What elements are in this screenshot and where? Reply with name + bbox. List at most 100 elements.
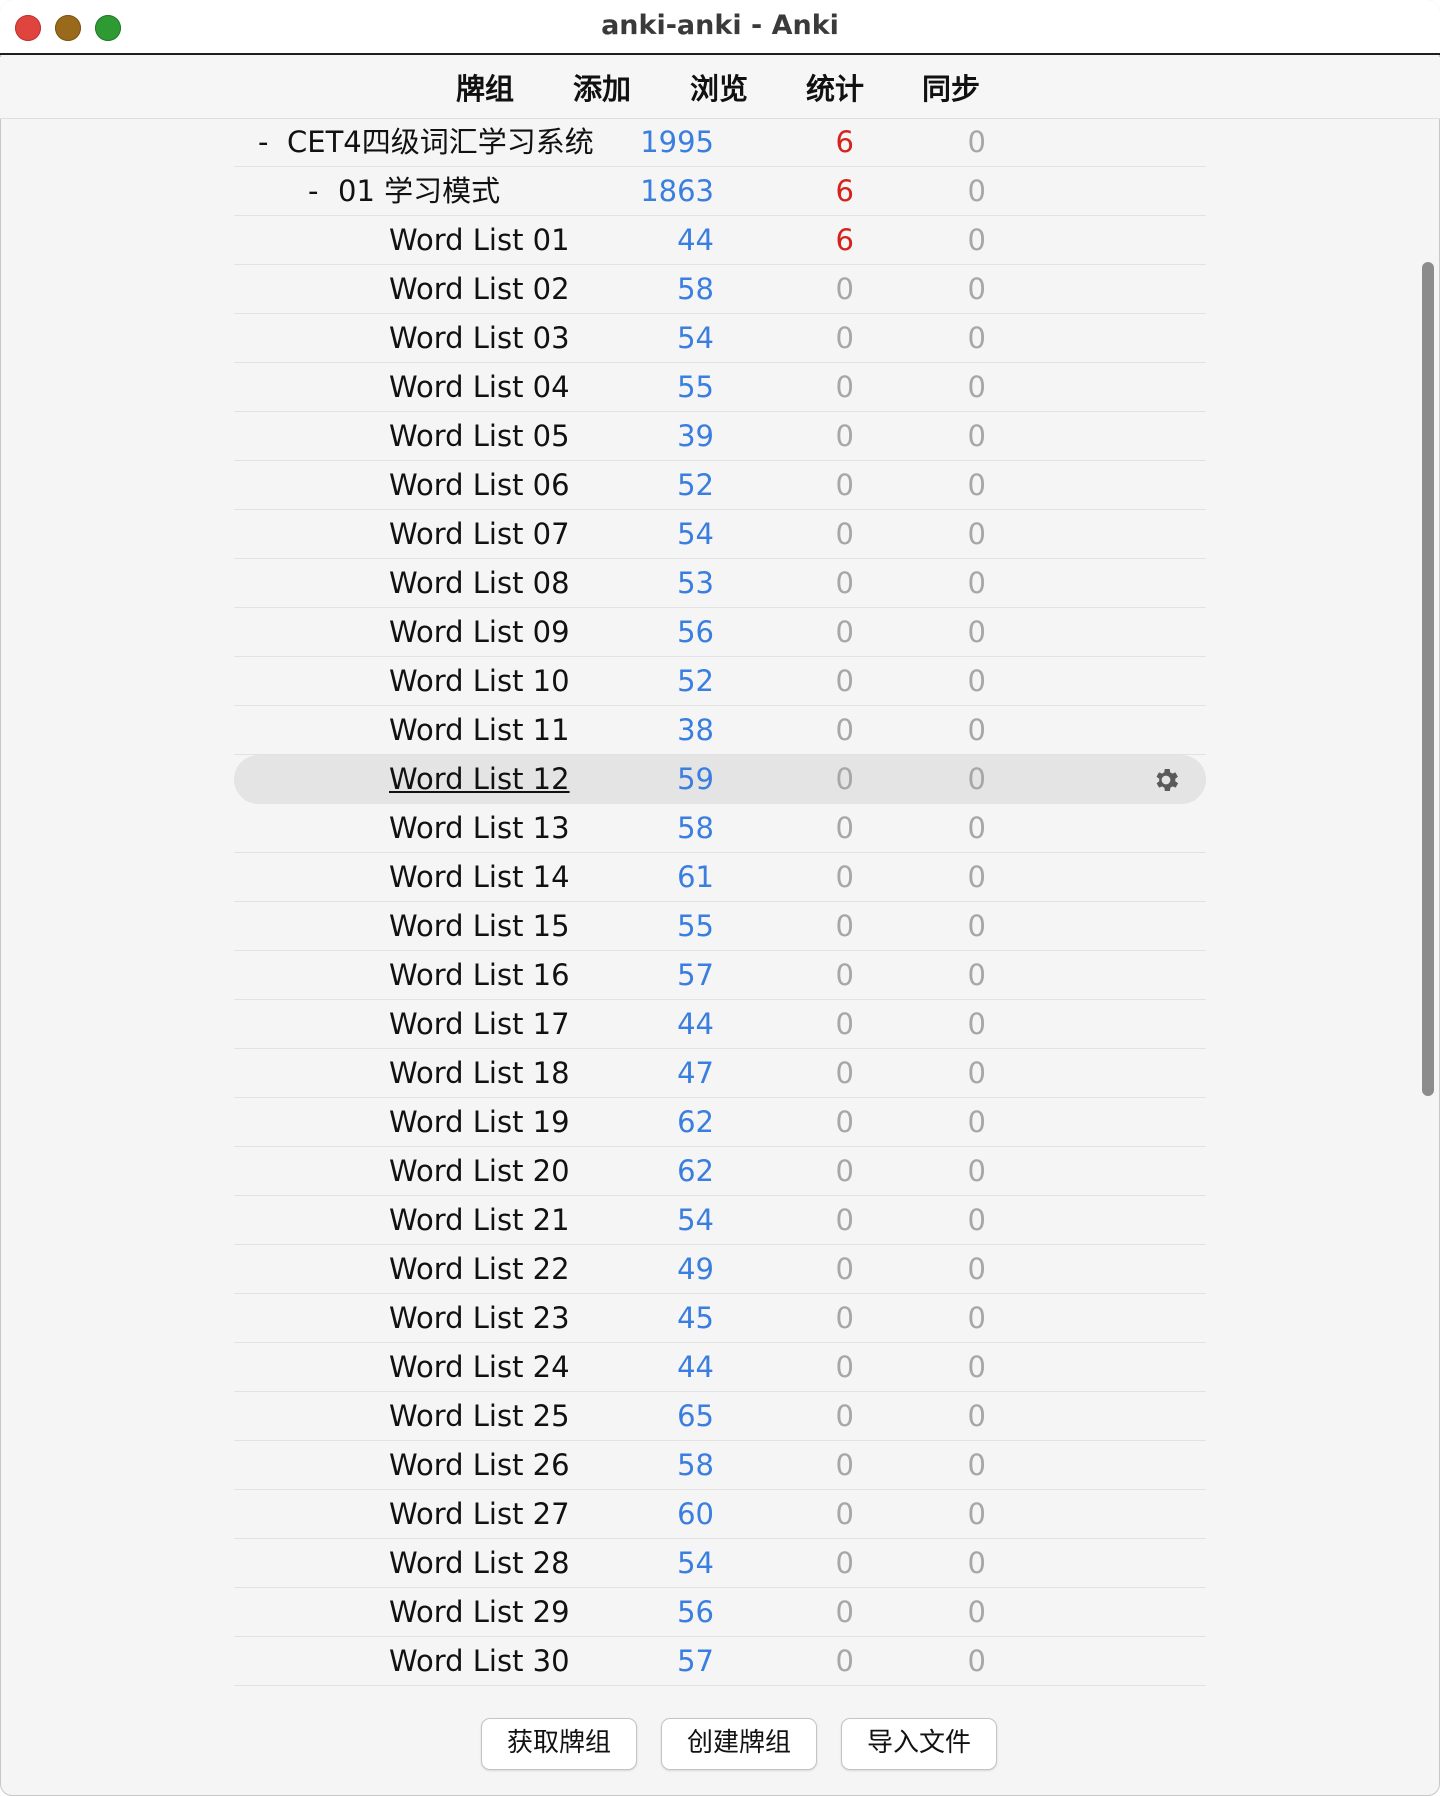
learn-count: 6 <box>835 174 854 208</box>
deck-row[interactable]: Word List 11 38 0 0 <box>234 706 1206 755</box>
due-count: 0 <box>967 1448 986 1482</box>
learn-count: 0 <box>835 1644 854 1678</box>
deck-row[interactable]: Word List 09 56 0 0 <box>234 608 1206 657</box>
deck-row[interactable]: Word List 04 55 0 0 <box>234 363 1206 412</box>
new-count: 54 <box>677 1203 714 1237</box>
get-shared-decks-button[interactable]: 获取牌组 <box>481 1718 637 1770</box>
new-count: 57 <box>677 958 714 992</box>
deck-name-leaf-deck[interactable]: Word List 22 <box>389 1251 570 1287</box>
deck-row[interactable]: Word List 25 65 0 0 <box>234 1392 1206 1441</box>
deck-name-leaf-deck[interactable]: Word List 20 <box>389 1153 570 1189</box>
deck-name-leaf-deck[interactable]: Word List 17 <box>389 1006 570 1042</box>
deck-row[interactable]: Word List 29 56 0 0 <box>234 1588 1206 1637</box>
deck-row[interactable]: Word List 08 53 0 0 <box>234 559 1206 608</box>
deck-name-leaf-deck[interactable]: Word List 12 <box>389 761 570 797</box>
deck-row[interactable]: Word List 28 54 0 0 <box>234 1539 1206 1588</box>
new-count: 56 <box>677 615 714 649</box>
due-count: 0 <box>967 1154 986 1188</box>
deck-name-leaf-deck[interactable]: Word List 11 <box>389 712 570 748</box>
learn-count: 0 <box>835 1105 854 1139</box>
deck-row[interactable]: Word List 20 62 0 0 <box>234 1147 1206 1196</box>
learn-count: 0 <box>835 909 854 943</box>
deck-name-leaf-deck[interactable]: Word List 04 <box>389 369 570 405</box>
deck-name-leaf-deck[interactable]: Word List 19 <box>389 1104 570 1140</box>
deck-row[interactable]: Word List 21 54 0 0 <box>234 1196 1206 1245</box>
due-count: 0 <box>967 517 986 551</box>
due-count: 0 <box>967 125 986 159</box>
learn-count: 0 <box>835 1595 854 1629</box>
deck-row[interactable]: Word List 24 44 0 0 <box>234 1343 1206 1392</box>
collapse-toggle[interactable]: - <box>308 173 318 209</box>
toolbar-browse[interactable]: 浏览 <box>690 66 748 108</box>
due-count: 0 <box>967 958 986 992</box>
collapse-toggle[interactable]: - <box>258 124 268 160</box>
deck-name-leaf-deck[interactable]: Word List 08 <box>389 565 570 601</box>
new-count: 54 <box>677 517 714 551</box>
anki-window: anki-anki - Anki 牌组 添加 浏览 统计 同步 - CET4四级词… <box>0 0 1440 1796</box>
deck-name-top-deck[interactable]: CET4四级词汇学习系统 <box>287 124 594 160</box>
deck-row[interactable]: Word List 01 44 6 0 <box>234 216 1206 265</box>
deck-row[interactable]: Word List 26 58 0 0 <box>234 1441 1206 1490</box>
deck-name-leaf-deck[interactable]: Word List 16 <box>389 957 570 993</box>
new-count: 45 <box>677 1301 714 1335</box>
deck-row[interactable]: -01 学习模式 1863 6 0 <box>234 167 1206 216</box>
deck-row[interactable]: Word List 05 39 0 0 <box>234 412 1206 461</box>
deck-name-leaf-deck[interactable]: Word List 14 <box>389 859 570 895</box>
toolbar-sync[interactable]: 同步 <box>922 66 980 108</box>
deck-name-leaf-deck[interactable]: Word List 09 <box>389 614 570 650</box>
learn-count: 0 <box>835 1301 854 1335</box>
deck-row[interactable]: Word List 06 52 0 0 <box>234 461 1206 510</box>
deck-row[interactable]: Word List 27 60 0 0 <box>234 1490 1206 1539</box>
deck-row[interactable]: Word List 16 57 0 0 <box>234 951 1206 1000</box>
deck-row[interactable]: Word List 03 54 0 0 <box>234 314 1206 363</box>
import-file-button[interactable]: 导入文件 <box>841 1718 997 1770</box>
deck-name-leaf-deck[interactable]: Word List 01 <box>389 222 570 258</box>
learn-count: 0 <box>835 664 854 698</box>
deck-name-leaf-deck[interactable]: Word List 10 <box>389 663 570 699</box>
deck-row[interactable]: Word List 07 54 0 0 <box>234 510 1206 559</box>
title-bar[interactable]: anki-anki - Anki <box>0 0 1440 55</box>
due-count: 0 <box>967 468 986 502</box>
deck-name-sub-deck[interactable]: 01 学习模式 <box>338 173 500 209</box>
deck-name-leaf-deck[interactable]: Word List 27 <box>389 1496 570 1532</box>
deck-row[interactable]: Word List 15 55 0 0 <box>234 902 1206 951</box>
toolbar-decks[interactable]: 牌组 <box>456 66 514 108</box>
deck-row[interactable]: Word List 19 62 0 0 <box>234 1098 1206 1147</box>
deck-name-leaf-deck[interactable]: Word List 18 <box>389 1055 570 1091</box>
deck-row[interactable]: Word List 14 61 0 0 <box>234 853 1206 902</box>
new-count: 55 <box>677 370 714 404</box>
create-deck-button[interactable]: 创建牌组 <box>661 1718 817 1770</box>
deck-row[interactable]: Word List 10 52 0 0 <box>234 657 1206 706</box>
deck-name-leaf-deck[interactable]: Word List 28 <box>389 1545 570 1581</box>
new-count: 65 <box>677 1399 714 1433</box>
deck-row[interactable]: Word List 22 49 0 0 <box>234 1245 1206 1294</box>
deck-row[interactable]: Word List 18 47 0 0 <box>234 1049 1206 1098</box>
toolbar-stats[interactable]: 统计 <box>806 66 864 108</box>
gear-icon[interactable] <box>1151 765 1181 795</box>
deck-row[interactable]: Word List 30 57 0 0 <box>234 1637 1206 1686</box>
deck-name-leaf-deck[interactable]: Word List 05 <box>389 418 570 454</box>
deck-name-leaf-deck[interactable]: Word List 30 <box>389 1643 570 1679</box>
deck-row[interactable]: Word List 17 44 0 0 <box>234 1000 1206 1049</box>
deck-name-leaf-deck[interactable]: Word List 25 <box>389 1398 570 1434</box>
deck-row[interactable]: Word List 02 58 0 0 <box>234 265 1206 314</box>
deck-name-leaf-deck[interactable]: Word List 03 <box>389 320 570 356</box>
deck-name-leaf-deck[interactable]: Word List 07 <box>389 516 570 552</box>
scrollbar-thumb[interactable] <box>1422 262 1434 1096</box>
deck-name-leaf-deck[interactable]: Word List 15 <box>389 908 570 944</box>
deck-row[interactable]: Word List 13 58 0 0 <box>234 804 1206 853</box>
deck-row[interactable]: - CET4四级词汇学习系统 1995 6 0 <box>234 118 1206 167</box>
learn-count: 0 <box>835 272 854 306</box>
deck-name-leaf-deck[interactable]: Word List 21 <box>389 1202 570 1238</box>
toolbar-add[interactable]: 添加 <box>573 66 631 108</box>
deck-name-leaf-deck[interactable]: Word List 24 <box>389 1349 570 1385</box>
deck-name-leaf-deck[interactable]: Word List 29 <box>389 1594 570 1630</box>
deck-name-leaf-deck[interactable]: Word List 06 <box>389 467 570 503</box>
deck-name-leaf-deck[interactable]: Word List 26 <box>389 1447 570 1483</box>
due-count: 0 <box>967 174 986 208</box>
deck-name-leaf-deck[interactable]: Word List 13 <box>389 810 570 846</box>
deck-name-leaf-deck[interactable]: Word List 23 <box>389 1300 570 1336</box>
deck-row[interactable]: Word List 23 45 0 0 <box>234 1294 1206 1343</box>
deck-name-leaf-deck[interactable]: Word List 02 <box>389 271 570 307</box>
deck-row[interactable]: Word List 12 59 0 0 <box>234 755 1206 804</box>
